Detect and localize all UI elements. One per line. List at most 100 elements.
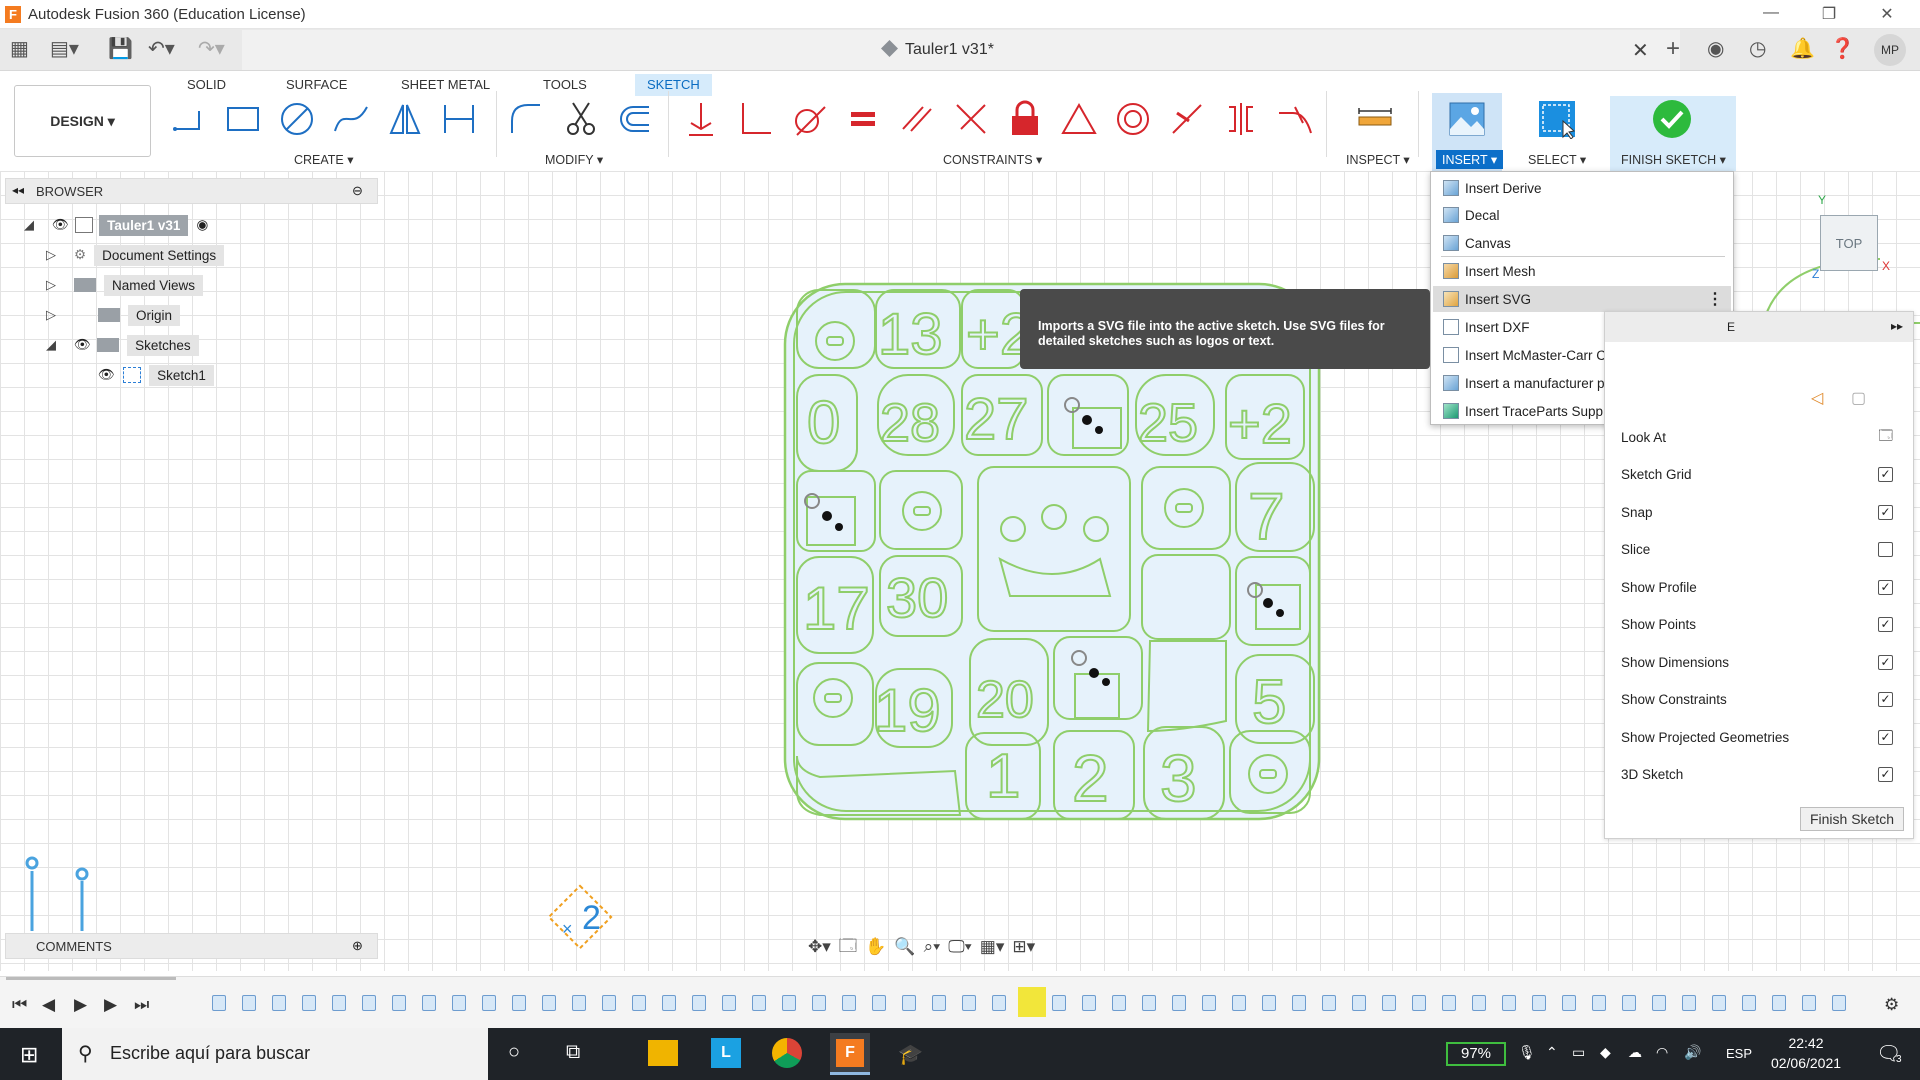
finish-sketch-group-label[interactable]: FINISH SKETCH ▾	[1621, 152, 1726, 167]
timeline-feature[interactable]	[662, 995, 676, 1011]
constraints-group-label[interactable]: CONSTRAINTS ▾	[943, 152, 1042, 167]
timeline-feature[interactable]	[632, 995, 646, 1011]
timeline-feature[interactable]	[1502, 995, 1516, 1011]
palette-option-show-points[interactable]: Show Points ✓	[1621, 609, 1903, 639]
timeline-feature[interactable]	[542, 995, 556, 1011]
timeline-settings-gear-icon[interactable]: ⚙	[1884, 995, 1899, 1015]
browser-item-sketch1[interactable]: 👁 Sketch1	[98, 363, 214, 387]
app-hat-icon[interactable]: 🎓	[898, 1042, 923, 1067]
insert-image-icon[interactable]	[1446, 99, 1488, 139]
fillet-tool-icon[interactable]	[505, 99, 547, 139]
expand-icon[interactable]: ▷	[46, 307, 64, 323]
tangent-constraint-icon[interactable]	[788, 99, 830, 139]
timeline-feature[interactable]	[422, 995, 436, 1011]
checkbox-checked[interactable]: ✓	[1878, 766, 1893, 782]
curvature-constraint-icon[interactable]	[1274, 99, 1316, 139]
timeline-feature[interactable]	[212, 995, 226, 1011]
slice-option-icon[interactable]: ◁	[1811, 388, 1823, 408]
timeline-feature[interactable]	[392, 995, 406, 1011]
tab-sheet-metal[interactable]: SHEET METAL	[389, 74, 502, 96]
orbit-icon[interactable]: ✥▾	[808, 937, 831, 957]
tab-tools[interactable]: TOOLS	[531, 74, 599, 96]
timeline-feature[interactable]	[1472, 995, 1486, 1011]
collapse-browser-icon[interactable]: ◂◂	[12, 183, 24, 197]
onedrive-icon[interactable]: ☁	[1628, 1044, 1642, 1061]
timeline-scroll[interactable]	[6, 977, 176, 980]
timeline-feature[interactable]	[782, 995, 796, 1011]
circle-tool-icon[interactable]	[276, 99, 318, 139]
expand-icon[interactable]: ◢	[24, 217, 42, 233]
menu-item-insert-svg[interactable]: Insert SVG ⋮	[1433, 286, 1731, 312]
timeline-feature[interactable]	[1562, 995, 1576, 1011]
menu-item-insert-mesh[interactable]: Insert Mesh	[1433, 258, 1731, 284]
go-to-start-icon[interactable]: ⏮	[12, 995, 27, 1015]
parallel-constraint-icon[interactable]	[896, 99, 938, 139]
timeline-feature[interactable]	[842, 995, 856, 1011]
chrome-icon[interactable]	[772, 1038, 802, 1068]
display-settings-icon[interactable]: 🖵▾	[948, 937, 972, 957]
job-status-icon[interactable]: ◷	[1749, 38, 1766, 60]
browser-item-named-views[interactable]: ▷ Named Views	[46, 273, 204, 297]
help-icon[interactable]: ❓	[1830, 38, 1855, 60]
timeline-feature[interactable]	[1802, 995, 1816, 1011]
timeline-feature[interactable]	[452, 995, 466, 1011]
close-window-button[interactable]: ✕	[1872, 4, 1902, 24]
insert-group-label[interactable]: INSERT ▾	[1436, 150, 1504, 169]
pan-hand-icon[interactable]: ✋	[865, 937, 886, 957]
play-icon[interactable]: ▶	[74, 995, 87, 1015]
fix-lock-icon[interactable]	[1004, 99, 1046, 139]
checkbox-checked[interactable]: ✓	[1878, 616, 1893, 632]
timeline-feature[interactable]	[1142, 995, 1156, 1011]
expand-icon[interactable]: ◢	[46, 337, 64, 353]
triangle-constraint-icon[interactable]	[1058, 99, 1100, 139]
close-tab-icon[interactable]: ✕	[1632, 38, 1649, 63]
taskbar-search[interactable]: ⚲ Escribe aquí para buscar	[62, 1028, 488, 1080]
coincident-constraint-icon[interactable]	[680, 99, 722, 139]
modify-group-label[interactable]: MODIFY ▾	[545, 152, 603, 167]
minimize-button[interactable]: —	[1756, 4, 1786, 22]
menu-item-insert-derive[interactable]: Insert Derive	[1433, 175, 1731, 201]
select-group-label[interactable]: SELECT ▾	[1528, 152, 1586, 167]
user-avatar[interactable]: MP	[1874, 34, 1906, 66]
viewcube[interactable]: TOP	[1820, 215, 1878, 271]
timeline-current-marker[interactable]	[1018, 987, 1046, 1017]
palette-option-show-dimensions[interactable]: Show Dimensions ✓	[1621, 647, 1903, 677]
palette-option-3d-sketch[interactable]: 3D Sketch ✓	[1621, 759, 1903, 789]
cortana-icon[interactable]: ○	[508, 1041, 520, 1064]
line-tool-icon[interactable]	[168, 99, 210, 139]
more-options-icon[interactable]: ⋮	[1707, 289, 1723, 309]
timeline-feature[interactable]	[1442, 995, 1456, 1011]
checkbox-unchecked[interactable]	[1878, 541, 1893, 557]
timeline-feature[interactable]	[272, 995, 286, 1011]
task-view-icon[interactable]: ⧉	[566, 1041, 580, 1064]
expand-icon[interactable]: ▷	[46, 277, 64, 293]
timeline-feature[interactable]	[812, 995, 826, 1011]
timeline-feature[interactable]	[302, 995, 316, 1011]
measure-ruler-icon[interactable]	[1354, 99, 1396, 139]
document-tab[interactable]: Tauler1 v31* ✕	[242, 30, 1680, 70]
look-at-icon[interactable]: 🗔	[839, 933, 857, 962]
palette-option-sketch-grid[interactable]: Sketch Grid ✓	[1621, 459, 1903, 489]
timeline-feature[interactable]	[1322, 995, 1336, 1011]
fusion-taskbar-icon[interactable]: F	[830, 1033, 870, 1075]
restore-button[interactable]: ❐	[1814, 4, 1844, 24]
file-menu-icon[interactable]: ▤▾	[50, 38, 79, 60]
timeline-feature[interactable]	[482, 995, 496, 1011]
palette-option-look-at[interactable]: Look At 🗔	[1621, 422, 1903, 452]
timeline-feature[interactable]	[362, 995, 376, 1011]
app-l-icon[interactable]: L	[711, 1038, 741, 1068]
checkbox-checked[interactable]: ✓	[1878, 579, 1893, 595]
mic-icon[interactable]: 🎙	[1518, 1044, 1536, 1061]
offset-tool-icon[interactable]	[614, 99, 656, 139]
timeline-feature[interactable]	[1202, 995, 1216, 1011]
trim-scissors-icon[interactable]	[560, 99, 602, 139]
timeline-feature[interactable]	[1112, 995, 1126, 1011]
clock-time[interactable]: 22:42	[1768, 1035, 1844, 1051]
palette-option-slice[interactable]: Slice	[1621, 534, 1903, 564]
timeline-feature[interactable]	[572, 995, 586, 1011]
redo-icon[interactable]: ↷▾	[198, 38, 225, 60]
timeline-feature[interactable]	[1742, 995, 1756, 1011]
browser-item-document-settings[interactable]: ▷ ⚙ Document Settings	[46, 243, 225, 267]
visibility-eye-icon[interactable]: 👁	[98, 367, 115, 383]
checkbox-checked[interactable]: ✓	[1878, 729, 1893, 745]
